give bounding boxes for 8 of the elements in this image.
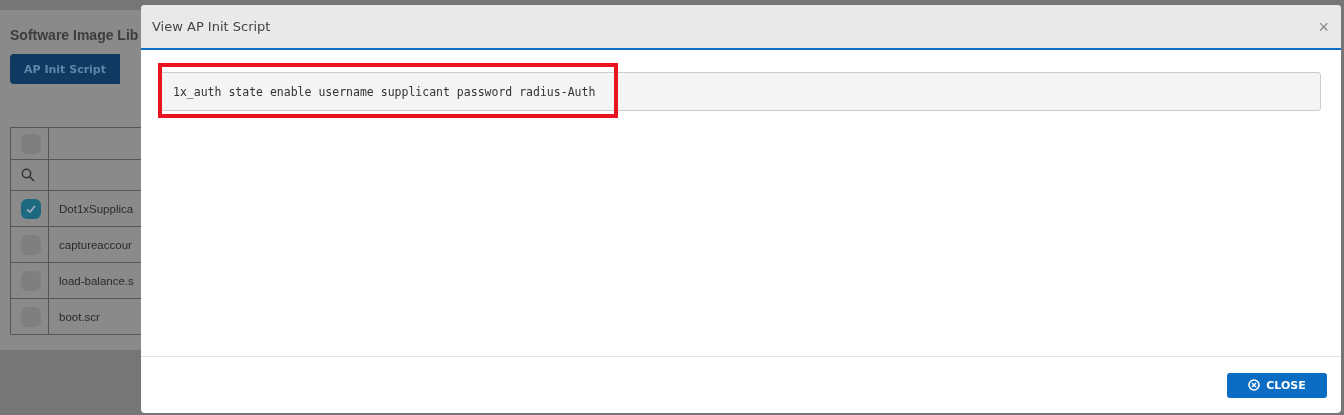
row-checkbox[interactable] [21,198,41,219]
close-button[interactable]: CLOSE [1227,372,1327,398]
script-text: 1x_auth state enable username supplicant password radius-Auth [160,72,1321,111]
search-icon[interactable] [21,168,35,182]
page-title: Software Image Lib [10,26,139,45]
dialog-title: View AP Init Script [152,19,271,34]
close-circle-icon [1248,379,1261,391]
tab[interactable]: AP Init Script [10,54,120,84]
